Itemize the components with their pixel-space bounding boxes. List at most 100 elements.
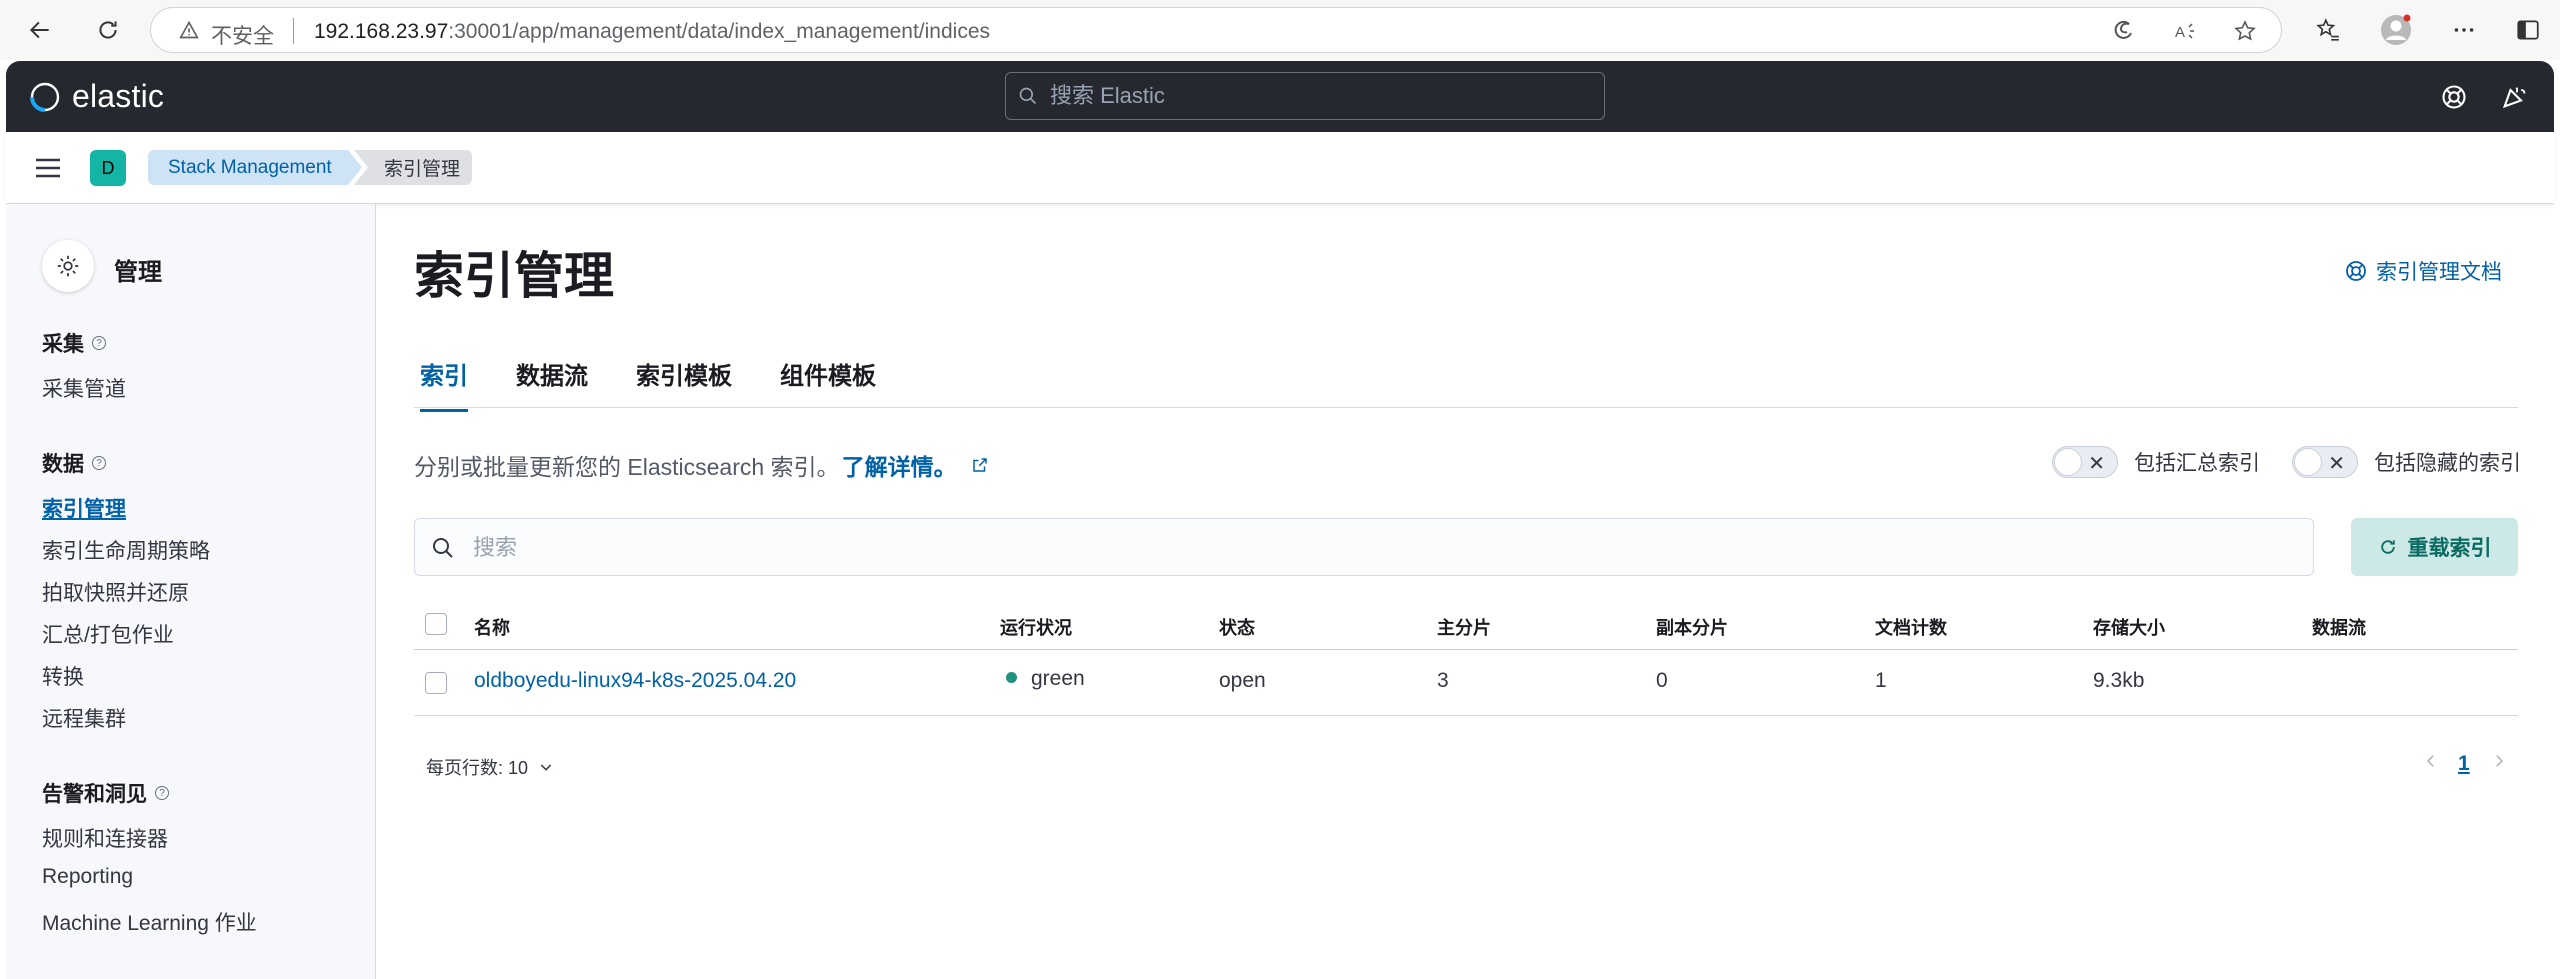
nav-menu-button[interactable] (30, 152, 66, 184)
include-rollup-toggle[interactable]: ✕ 包括汇总索引 (2052, 446, 2260, 478)
more-options-icon[interactable] (2446, 12, 2482, 48)
address-separator (293, 18, 294, 44)
address-bar[interactable]: 不安全 192.168.23.97:30001/app/management/d… (150, 7, 2282, 53)
url-path: :30001/app/management/data/index_managem… (448, 20, 991, 43)
sidebar-item-index-management[interactable]: 索引管理 (42, 493, 126, 523)
sidebar-item-remote-clusters[interactable]: 远程集群 (42, 703, 126, 733)
breadcrumb-stack-management[interactable]: Stack Management (148, 150, 362, 185)
refresh-button[interactable] (88, 10, 128, 50)
search-icon (433, 538, 453, 558)
arrow-left-icon (29, 21, 49, 39)
external-link-icon (972, 458, 987, 472)
column-storage-size[interactable]: 存储大小 (2093, 614, 2165, 640)
edge-icon[interactable] (2109, 17, 2137, 45)
select-all-checkbox[interactable] (425, 613, 447, 635)
tab-index-templates[interactable]: 索引模板 (636, 356, 732, 409)
index-health: green (1006, 667, 1085, 691)
refresh-icon (2380, 540, 2395, 554)
space-avatar[interactable]: D (90, 150, 126, 186)
health-dot-icon (1006, 671, 1017, 683)
browser-toolbar: 不安全 192.168.23.97:30001/app/management/d… (0, 0, 2560, 60)
index-tabs: 索引 数据流 索引模板 组件模板 (414, 340, 2518, 412)
back-button[interactable] (20, 10, 60, 50)
sidebar-toggle-icon[interactable] (2510, 12, 2546, 48)
chevron-down-icon (540, 764, 552, 771)
favorites-icon[interactable] (2310, 12, 2346, 48)
read-aloud-icon[interactable]: A (2171, 17, 2199, 45)
reload-indices-button[interactable]: 重载索引 (2351, 518, 2518, 576)
table-row: oldboyedu-linux94-k8s-2025.04.20 green o… (414, 650, 2518, 716)
include-rollup-label: 包括汇总索引 (2134, 452, 2260, 475)
sidebar-item-rollup-jobs[interactable]: 汇总/打包作业 (42, 619, 174, 649)
tab-data-streams[interactable]: 数据流 (516, 356, 588, 409)
docs-link[interactable]: 索引管理文档 (2344, 256, 2502, 286)
help-icon[interactable]: ? (155, 786, 169, 800)
cross-icon: ✕ (2088, 453, 2105, 475)
sidebar-group-label: 告警和洞见 (42, 783, 147, 806)
sidebar-item-ilm-policies[interactable]: 索引生命周期策略 (42, 535, 210, 565)
global-search-input[interactable] (1050, 83, 1570, 109)
sidebar-group-label: 采集 (42, 333, 84, 356)
index-name-link[interactable]: oldboyedu-linux94-k8s-2025.04.20 (474, 669, 796, 693)
breadcrumb-bar: D Stack Management 索引管理 (6, 132, 2554, 204)
reload-label: 重载索引 (2407, 537, 2492, 560)
column-docs-count[interactable]: 文档计数 (1875, 614, 1947, 640)
index-docs: 1 (1875, 669, 1887, 692)
tab-indices[interactable]: 索引 (420, 356, 468, 412)
sidebar-item-reporting[interactable]: Reporting (42, 865, 133, 889)
sidebar-item-snapshot-restore[interactable]: 拍取快照并还原 (42, 577, 189, 607)
rollup-switch[interactable]: ✕ (2052, 446, 2118, 478)
news-feed-icon[interactable] (2496, 79, 2532, 115)
index-primary: 3 (1437, 669, 1449, 692)
health-value: green (1031, 667, 1085, 690)
sidebar-title: 管理 (114, 259, 162, 286)
description: 分别或批量更新您的 Elasticsearch 索引。 了解详情。 (414, 448, 989, 482)
column-primary[interactable]: 主分片 (1437, 614, 1491, 640)
svg-text:A: A (2175, 24, 2185, 41)
chevron-left-icon (2426, 755, 2434, 767)
help-icon[interactable]: ? (92, 336, 106, 350)
index-replicas: 0 (1656, 669, 1668, 692)
favorite-star-icon[interactable] (2231, 17, 2259, 45)
tab-component-templates[interactable]: 组件模板 (780, 356, 876, 409)
column-health[interactable]: 运行状况 (1000, 614, 1072, 640)
elastic-logo[interactable]: elastic (28, 78, 164, 115)
previous-page-button[interactable] (2422, 752, 2440, 776)
breadcrumb-index-management: 索引管理 (354, 150, 472, 185)
row-checkbox[interactable] (425, 672, 447, 694)
column-data-stream[interactable]: 数据流 (2312, 614, 2366, 640)
index-status: open (1219, 669, 1266, 692)
learn-more-link[interactable]: 了解详情。 (842, 448, 957, 482)
management-sidebar: 管理 采集 ? 采集管道 数据 ? 索引管理 索引生命周期策略 拍取快照并还原 … (6, 204, 376, 979)
global-search[interactable] (1005, 72, 1605, 120)
column-replicas[interactable]: 副本分片 (1656, 614, 1728, 640)
sidebar-group-label: 数据 (42, 453, 84, 476)
rows-per-page-button[interactable]: 每页行数: 10 (426, 754, 554, 780)
url-text[interactable]: 192.168.23.97:30001/app/management/data/… (314, 20, 990, 44)
search-icon (1019, 87, 1037, 105)
docs-link-label: 索引管理文档 (2376, 261, 2502, 284)
profile-avatar[interactable] (2378, 12, 2414, 48)
hamburger-icon (36, 158, 60, 178)
sidebar-group-data: 数据 ? (42, 448, 106, 478)
index-search-input[interactable] (473, 533, 2173, 563)
sidebar-item-rules-connectors[interactable]: 规则和连接器 (42, 823, 168, 853)
column-name[interactable]: 名称 (474, 614, 510, 640)
include-hidden-toggle[interactable]: ✕ 包括隐藏的索引 (2292, 446, 2521, 478)
sidebar-item-transforms[interactable]: 转换 (42, 661, 84, 691)
switch-knob (2054, 448, 2082, 476)
management-gear-icon (42, 240, 94, 292)
sidebar-item-ml-jobs[interactable]: Machine Learning 作业 (42, 907, 257, 937)
description-text: 分别或批量更新您的 Elasticsearch 索引。 (414, 454, 840, 480)
sidebar-item-ingest-pipelines[interactable]: 采集管道 (42, 373, 126, 403)
next-page-button[interactable] (2490, 752, 2508, 776)
help-icon[interactable]: ? (92, 456, 106, 470)
sidebar-group-alerts-insights: 告警和洞见 ? (42, 778, 169, 808)
help-docs-icon (2346, 261, 2366, 281)
help-menu-icon[interactable] (2436, 79, 2472, 115)
page-button-1[interactable]: 1 (2458, 752, 2470, 776)
hidden-switch[interactable]: ✕ (2292, 446, 2358, 478)
logo-text: elastic (72, 78, 165, 114)
index-search[interactable] (414, 518, 2314, 576)
column-status[interactable]: 状态 (1219, 614, 1255, 640)
